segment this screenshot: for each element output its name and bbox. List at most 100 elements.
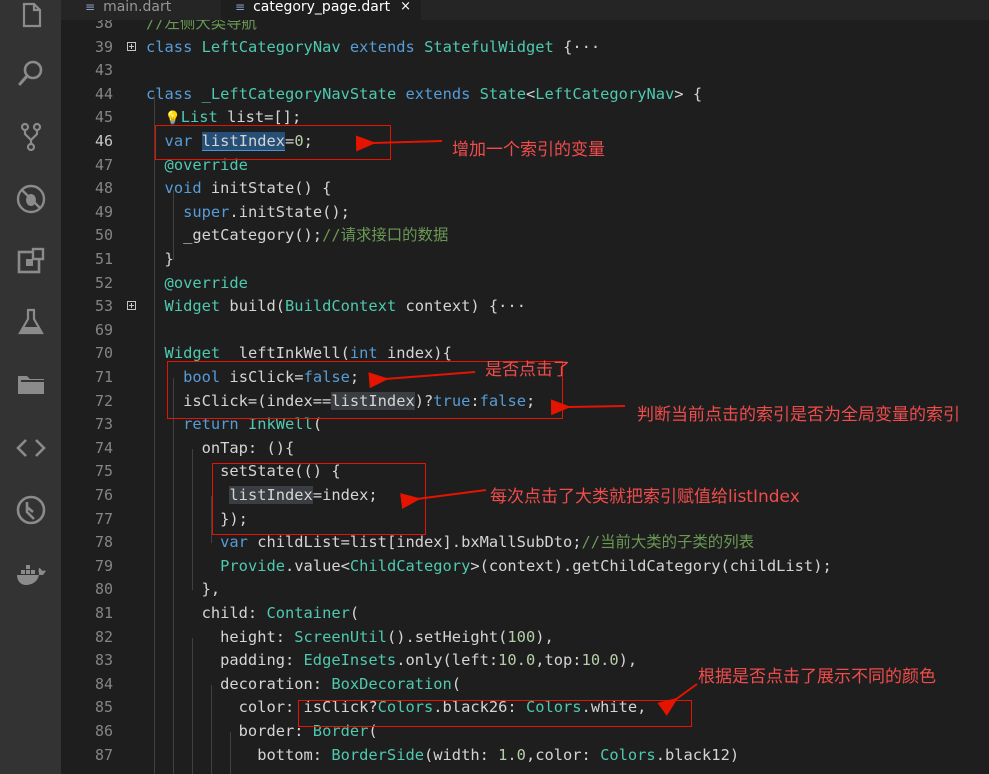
line-number: 81: [94, 604, 113, 622]
line-number: 76: [94, 486, 113, 504]
code-line[interactable]: 81 child: Container(: [61, 602, 989, 626]
annotation-assign-index: 每次点击了大类就把索引赋值给listIndex: [490, 487, 800, 507]
code-text: bottom: BorderSide(width: 1.0,color: Col…: [146, 745, 740, 764]
indent-guide: [230, 732, 231, 774]
code-text: decoration: BoxDecoration(: [146, 674, 462, 693]
highlight-box-color: [298, 700, 692, 727]
line-number: 52: [94, 273, 113, 292]
line-number: 43: [94, 61, 113, 80]
code-line[interactable]: 87 bottom: BorderSide(width: 1.0,color: …: [61, 744, 989, 768]
code-line[interactable]: 38 //左侧大类导航: [61, 20, 989, 36]
line-number: 44: [94, 84, 113, 103]
code-line[interactable]: 80 },: [61, 578, 989, 602]
annotation-is-clicked: 是否点击了: [485, 360, 570, 380]
code-line[interactable]: 50 _getCategory();//请求接口的数据: [61, 224, 989, 248]
line-number: 45: [94, 108, 113, 127]
code-icon[interactable]: [0, 424, 61, 472]
line-number: 49: [94, 202, 113, 221]
test-icon[interactable]: [0, 298, 61, 346]
line-number: 83: [94, 651, 113, 670]
code-text: _getCategory();//请求接口的数据: [146, 226, 449, 245]
code-text: onTap: (){: [146, 438, 295, 457]
code-line[interactable]: 49 super.initState();: [61, 201, 989, 225]
code-line[interactable]: 52 @override: [61, 272, 989, 296]
line-number: 80: [94, 580, 113, 599]
line-number: 70: [94, 344, 113, 363]
tab-label: main.dart: [103, 0, 172, 15]
code-line[interactable]: 74 onTap: (){: [61, 437, 989, 461]
line-number: 86: [94, 722, 113, 740]
tab-main-dart[interactable]: ≡ main.dart: [71, 0, 221, 20]
fold-toggle-icon[interactable]: [127, 41, 136, 51]
source-control-icon[interactable]: [0, 113, 61, 161]
code-text: padding: EdgeInsets.only(left:10.0,top:1…: [146, 651, 638, 670]
code-line[interactable]: 44 class _LeftCategoryNavState extends St…: [61, 83, 989, 107]
tab-label: category_page.dart: [253, 0, 391, 15]
code-text: @override: [164, 273, 248, 292]
line-number: 78: [94, 533, 113, 552]
remote-icon[interactable]: [0, 486, 61, 534]
code-line[interactable]: 75 setState(() {: [61, 460, 989, 484]
highlight-box-listindex: [155, 125, 391, 160]
line-number: 73: [94, 415, 113, 434]
line-number: 79: [94, 556, 113, 575]
code-line[interactable]: 39 class LeftCategoryNav extends Stateful…: [61, 36, 989, 60]
code-text: //左侧大类导航: [146, 20, 257, 32]
indent-guide: [173, 378, 174, 774]
code-line[interactable]: 43: [61, 59, 989, 83]
code-line[interactable]: 82 height: ScreenUtil().setHeight(100),: [61, 626, 989, 650]
code-line[interactable]: 69: [61, 319, 989, 343]
highlight-box-setstate: [212, 463, 426, 535]
annotation-color: 根据是否点击了展示不同的颜色: [698, 667, 936, 687]
indent-guide: [211, 685, 212, 774]
code-text: Widget build(BuildContext context) {···: [164, 297, 526, 316]
line-number: 72: [94, 391, 113, 410]
file-lines-icon: ≡: [235, 0, 246, 14]
line-number: 48: [94, 179, 113, 198]
line-number: 85: [94, 698, 113, 717]
file-lines-icon: ≡: [85, 0, 96, 14]
line-number: 74: [94, 438, 113, 457]
line-number: 50: [94, 226, 113, 245]
tab-category-page-dart[interactable]: ≡ category_page.dart ×: [221, 0, 421, 20]
code-text: }: [146, 250, 174, 268]
code-line[interactable]: 78 var childList=list[index].bxMallSubDt…: [61, 531, 989, 555]
line-number: 38: [94, 20, 113, 32]
code-text: height: ScreenUtil().setHeight(100),: [146, 627, 554, 646]
code-text: class LeftCategoryNav extends StatefulWi…: [146, 37, 601, 56]
debug-icon[interactable]: [0, 175, 61, 223]
code-line[interactable]: 48 void initState() {: [61, 177, 989, 201]
code-text: super.initState();: [183, 202, 350, 221]
code-line[interactable]: 53 Widget build(BuildContext context) {·…: [61, 295, 989, 319]
code-text: },: [146, 580, 221, 599]
line-number: 53: [94, 297, 113, 316]
line-number: 77: [94, 509, 113, 528]
docker-icon[interactable]: [0, 551, 61, 599]
tab-bar: ≡ main.dart ≡ category_page.dart ×: [61, 0, 989, 20]
indent-guide: [173, 190, 174, 260]
code-line[interactable]: 77 });: [61, 508, 989, 532]
fold-toggle-icon[interactable]: [127, 301, 136, 311]
code-line[interactable]: 51 }: [61, 248, 989, 272]
line-number: 87: [94, 745, 113, 764]
code-line[interactable]: 79 Provide.value<ChildCategory>(context)…: [61, 555, 989, 579]
line-number: 84: [94, 674, 113, 693]
line-number: 46: [94, 132, 113, 150]
indent-guide: [154, 95, 155, 774]
activity-bar: [0, 0, 61, 774]
code-text: child: Container(: [146, 604, 360, 622]
indent-guide: [192, 449, 193, 590]
code-text: class _LeftCategoryNavState extends Stat…: [146, 84, 703, 103]
folder-icon[interactable]: [0, 360, 61, 408]
line-number: 51: [94, 250, 113, 268]
line-number: 75: [94, 462, 113, 481]
explorer-icon[interactable]: [0, 0, 61, 40]
line-number: 71: [94, 368, 113, 386]
code-text: Provide.value<ChildCategory>(context).ge…: [220, 556, 832, 575]
search-icon[interactable]: [0, 49, 61, 97]
extensions-icon[interactable]: [0, 238, 61, 286]
close-icon[interactable]: ×: [400, 0, 411, 14]
line-number: 47: [94, 155, 113, 174]
indent-guide: [192, 638, 193, 774]
annotation-add-index: 增加一个索引的变量: [452, 140, 605, 160]
